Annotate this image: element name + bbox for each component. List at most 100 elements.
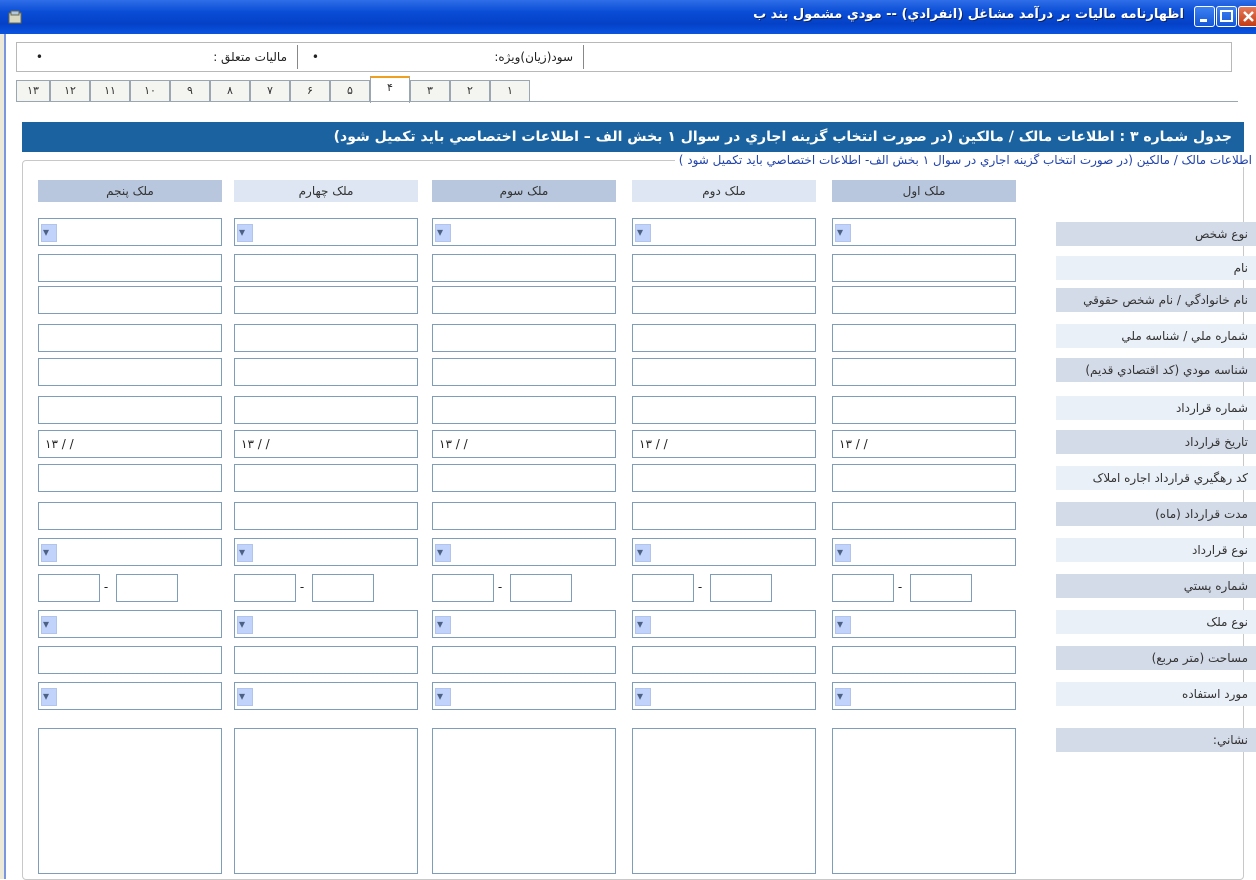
tab-2[interactable]: ۲ bbox=[450, 80, 490, 102]
postal-code-part1-property-2[interactable] bbox=[632, 574, 694, 602]
national-id-input-property-1[interactable] bbox=[832, 324, 1016, 352]
duration-input-property-1[interactable] bbox=[832, 502, 1016, 530]
family-input-property-1[interactable] bbox=[832, 286, 1016, 314]
person-type-select-property-2[interactable] bbox=[632, 218, 816, 246]
contract-no-input-property-4[interactable] bbox=[234, 396, 418, 424]
tab-3[interactable]: ۳ bbox=[410, 80, 450, 102]
taxpayer-id-input-property-2[interactable] bbox=[632, 358, 816, 386]
contract-date-input-property-5[interactable]: ۱۳ / / bbox=[38, 430, 222, 458]
duration-input-property-4[interactable] bbox=[234, 502, 418, 530]
duration-input-property-5[interactable] bbox=[38, 502, 222, 530]
usage-select-property-3[interactable] bbox=[432, 682, 616, 710]
address-textarea-property-2[interactable] bbox=[632, 728, 816, 874]
tab-13[interactable]: ۱۳ bbox=[16, 80, 50, 102]
family-input-property-2[interactable] bbox=[632, 286, 816, 314]
title-bar[interactable]: اظهارنامه ماليات بر درآمد مشاغل (انفرادي… bbox=[0, 0, 1256, 34]
minimize-button[interactable] bbox=[1194, 6, 1215, 27]
property-type-select-property-2[interactable] bbox=[632, 610, 816, 638]
contract-date-input-property-1[interactable]: ۱۳ / / bbox=[832, 430, 1016, 458]
tab-12[interactable]: ۱۲ bbox=[50, 80, 90, 102]
tracking-code-input-property-3[interactable] bbox=[432, 464, 616, 492]
postal-code-part2-property-4[interactable] bbox=[312, 574, 374, 602]
address-textarea-property-3[interactable] bbox=[432, 728, 616, 874]
close-button[interactable] bbox=[1238, 6, 1256, 27]
tab-8[interactable]: ۸ bbox=[210, 80, 250, 102]
national-id-input-property-3[interactable] bbox=[432, 324, 616, 352]
address-textarea-property-4[interactable] bbox=[234, 728, 418, 874]
national-id-input-property-5[interactable] bbox=[38, 324, 222, 352]
postal-code-part2-property-2[interactable] bbox=[710, 574, 772, 602]
tab-5[interactable]: ۵ bbox=[330, 80, 370, 102]
tab-4[interactable]: ۴ bbox=[370, 76, 410, 103]
tracking-code-input-property-2[interactable] bbox=[632, 464, 816, 492]
name-input-property-5[interactable] bbox=[38, 254, 222, 282]
name-input-property-1[interactable] bbox=[832, 254, 1016, 282]
usage-select-property-1[interactable] bbox=[832, 682, 1016, 710]
postal-code-part1-property-3[interactable] bbox=[432, 574, 494, 602]
area-input-property-4[interactable] bbox=[234, 646, 418, 674]
property-type-select-property-4[interactable] bbox=[234, 610, 418, 638]
address-textarea-property-5[interactable] bbox=[38, 728, 222, 874]
postal-code-part1-property-4[interactable] bbox=[234, 574, 296, 602]
postal-code-part1-property-1[interactable] bbox=[832, 574, 894, 602]
close-icon bbox=[1243, 11, 1254, 22]
person-type-select-property-5[interactable] bbox=[38, 218, 222, 246]
duration-input-property-3[interactable] bbox=[432, 502, 616, 530]
name-input-property-2[interactable] bbox=[632, 254, 816, 282]
family-input-property-3[interactable] bbox=[432, 286, 616, 314]
area-input-property-3[interactable] bbox=[432, 646, 616, 674]
maximize-icon bbox=[1220, 10, 1233, 22]
tab-10[interactable]: ۱۰ bbox=[130, 80, 170, 102]
person-type-select-property-1[interactable] bbox=[832, 218, 1016, 246]
contract-type-select-property-1[interactable] bbox=[832, 538, 1016, 566]
taxpayer-id-input-property-4[interactable] bbox=[234, 358, 418, 386]
tab-1[interactable]: ۱ bbox=[490, 80, 530, 102]
contract-type-select-property-2[interactable] bbox=[632, 538, 816, 566]
postal-code-part2-property-3[interactable] bbox=[510, 574, 572, 602]
area-input-property-1[interactable] bbox=[832, 646, 1016, 674]
national-id-input-property-4[interactable] bbox=[234, 324, 418, 352]
property-type-select-property-3[interactable] bbox=[432, 610, 616, 638]
tab-11[interactable]: ۱۱ bbox=[90, 80, 130, 102]
tab-6[interactable]: ۶ bbox=[290, 80, 330, 102]
duration-input-property-2[interactable] bbox=[632, 502, 816, 530]
taxpayer-id-input-property-1[interactable] bbox=[832, 358, 1016, 386]
property-type-select-property-1[interactable] bbox=[832, 610, 1016, 638]
contract-type-select-property-3[interactable] bbox=[432, 538, 616, 566]
postal-code-part2-property-5[interactable] bbox=[116, 574, 178, 602]
contract-no-input-property-5[interactable] bbox=[38, 396, 222, 424]
usage-select-property-2[interactable] bbox=[632, 682, 816, 710]
person-type-select-property-3[interactable] bbox=[432, 218, 616, 246]
tab-7[interactable]: ۷ bbox=[250, 80, 290, 102]
postal-code-part2-property-1[interactable] bbox=[910, 574, 972, 602]
contract-type-select-property-4[interactable] bbox=[234, 538, 418, 566]
postal-code-part1-property-5[interactable] bbox=[38, 574, 100, 602]
taxpayer-id-input-property-5[interactable] bbox=[38, 358, 222, 386]
usage-select-property-4[interactable] bbox=[234, 682, 418, 710]
contract-no-input-property-3[interactable] bbox=[432, 396, 616, 424]
area-input-property-2[interactable] bbox=[632, 646, 816, 674]
taxpayer-id-input-property-3[interactable] bbox=[432, 358, 616, 386]
contract-type-select-property-5[interactable] bbox=[38, 538, 222, 566]
family-input-property-5[interactable] bbox=[38, 286, 222, 314]
col-property-2: ملک دوم bbox=[632, 180, 816, 202]
address-textarea-property-1[interactable] bbox=[832, 728, 1016, 874]
maximize-button[interactable] bbox=[1216, 6, 1237, 27]
contract-no-input-property-1[interactable] bbox=[832, 396, 1016, 424]
tab-9[interactable]: ۹ bbox=[170, 80, 210, 102]
person-type-select-property-4[interactable] bbox=[234, 218, 418, 246]
contract-date-input-property-2[interactable]: ۱۳ / / bbox=[632, 430, 816, 458]
name-input-property-3[interactable] bbox=[432, 254, 616, 282]
national-id-input-property-2[interactable] bbox=[632, 324, 816, 352]
area-input-property-5[interactable] bbox=[38, 646, 222, 674]
property-type-select-property-5[interactable] bbox=[38, 610, 222, 638]
name-input-property-4[interactable] bbox=[234, 254, 418, 282]
contract-date-input-property-4[interactable]: ۱۳ / / bbox=[234, 430, 418, 458]
contract-no-input-property-2[interactable] bbox=[632, 396, 816, 424]
tracking-code-input-property-1[interactable] bbox=[832, 464, 1016, 492]
family-input-property-4[interactable] bbox=[234, 286, 418, 314]
usage-select-property-5[interactable] bbox=[38, 682, 222, 710]
contract-date-input-property-3[interactable]: ۱۳ / / bbox=[432, 430, 616, 458]
tracking-code-input-property-5[interactable] bbox=[38, 464, 222, 492]
tracking-code-input-property-4[interactable] bbox=[234, 464, 418, 492]
